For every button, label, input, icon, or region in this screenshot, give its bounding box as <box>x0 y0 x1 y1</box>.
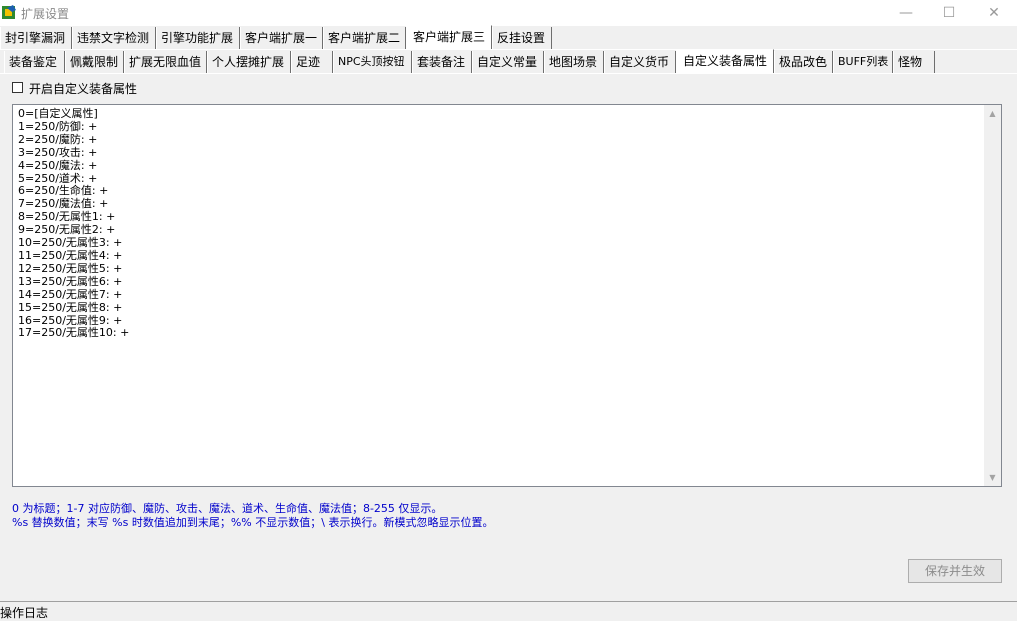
tab-map-scene[interactable]: 地图场景 <box>544 51 604 73</box>
tab-equip-identify[interactable]: 装备鉴定 <box>4 51 65 73</box>
close-button[interactable]: ✕ <box>971 0 1017 26</box>
editor-content[interactable]: 0=[自定义属性] 1=250/防御: + 2=250/魔防: + 3=250/… <box>18 107 129 340</box>
custom-attr-editor[interactable]: 0=[自定义属性] 1=250/防御: + 2=250/魔防: + 3=250/… <box>12 104 1002 487</box>
scroll-up-arrow-icon[interactable]: ▲ <box>984 105 1001 122</box>
tab-forbidden-text[interactable]: 违禁文字检测 <box>72 27 156 49</box>
save-and-apply-button[interactable]: 保存并生效 <box>908 559 1002 583</box>
status-text: 操作日志 <box>0 606 49 620</box>
minimize-button[interactable]: — <box>883 0 929 26</box>
tab-client-ext-3[interactable]: 客户端扩展三 <box>406 25 492 50</box>
tab-engine-exploit[interactable]: 封引擎漏洞 <box>0 27 72 49</box>
scroll-down-arrow-icon[interactable]: ▼ <box>984 469 1001 486</box>
tab-client-ext-1[interactable]: 客户端扩展一 <box>240 27 323 49</box>
tab-row-main-baseline <box>0 49 1017 50</box>
editor-vertical-scrollbar[interactable]: ▲ ▼ <box>984 105 1001 486</box>
tab-buff-list[interactable]: BUFF列表 <box>833 51 893 73</box>
tab-anti-cheat[interactable]: 反挂设置 <box>492 27 552 49</box>
checkbox-label: 开启自定义装备属性 <box>29 82 138 96</box>
tab-custom-currency[interactable]: 自定义货币 <box>604 51 676 73</box>
tab-personal-stall[interactable]: 个人摆摊扩展 <box>207 51 291 73</box>
status-bar: 操作日志 <box>0 601 1017 620</box>
tab-premium-recolor[interactable]: 极品改色 <box>774 51 833 73</box>
tab-npc-head-button[interactable]: NPC头顶按钮 <box>333 51 412 73</box>
tab-unlimited-hp[interactable]: 扩展无限血值 <box>124 51 207 73</box>
hint-line-2: %s 替换数值；末写 %s 时数值追加到末尾；%% 不显示数值；\ 表示换行。新… <box>12 516 494 529</box>
tab-set-notes[interactable]: 套装备注 <box>412 51 472 73</box>
tab-custom-equip-attr[interactable]: 自定义装备属性 <box>676 49 774 74</box>
tab-wear-limit[interactable]: 佩戴限制 <box>65 51 124 73</box>
tab-client-ext-2[interactable]: 客户端扩展二 <box>323 27 406 49</box>
checkbox-box[interactable] <box>12 82 23 93</box>
tab-custom-constants[interactable]: 自定义常量 <box>472 51 544 73</box>
tab-row-sub-baseline <box>0 73 1017 74</box>
maximize-button[interactable]: ☐ <box>926 0 972 26</box>
app-icon <box>2 5 16 19</box>
tab-engine-extension[interactable]: 引擎功能扩展 <box>156 27 240 49</box>
window-title: 扩展设置 <box>21 7 70 21</box>
tab-monster[interactable]: 怪物 <box>893 51 935 73</box>
title-bar: 扩展设置 — ☐ ✕ <box>0 0 1017 26</box>
tab-footprint[interactable]: 足迹 <box>291 51 333 73</box>
